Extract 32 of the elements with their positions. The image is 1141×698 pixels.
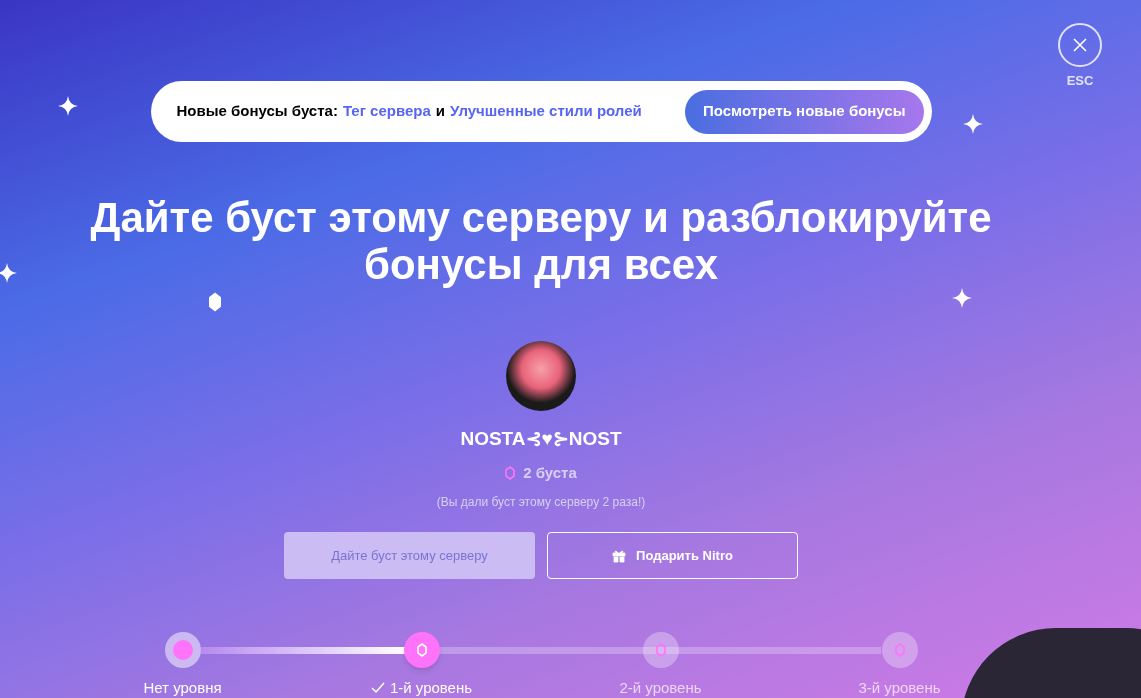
level-label: Нет уровня xyxy=(143,678,222,698)
level-node[interactable] xyxy=(881,632,918,668)
sparkle-icon xyxy=(58,96,78,116)
gem-icon xyxy=(894,643,905,657)
server-tag-link[interactable]: Тег сервера xyxy=(342,100,431,123)
boost-note: (Вы дали буст этому серверу 2 раза!) xyxy=(436,494,646,511)
esc-label: ESC xyxy=(1066,72,1094,90)
gem-icon xyxy=(416,643,427,657)
sparkle-icon xyxy=(0,263,17,283)
check-icon xyxy=(370,682,385,695)
diamond-icon xyxy=(209,292,221,312)
role-styles-link[interactable]: Улучшенные стили ролей xyxy=(450,100,642,123)
level-node[interactable] xyxy=(164,632,201,668)
gift-nitro-button[interactable]: Подарить Nitro xyxy=(547,532,798,579)
gem-icon xyxy=(505,465,516,480)
view-bonuses-button[interactable]: Посмотреть новые бонусы xyxy=(684,89,924,134)
level-label: 3-й уровень xyxy=(858,678,941,698)
sparkle-icon xyxy=(952,288,972,308)
banner-text: Новые бонусы буста: xyxy=(176,101,338,122)
level-label: 2-й уровень xyxy=(619,678,702,698)
gift-icon xyxy=(612,548,627,563)
page-heading: Дайте буст этому серверу и разблокируйте бонусы для всех xyxy=(89,194,993,288)
close-button[interactable] xyxy=(1058,23,1102,67)
banner-joiner: и xyxy=(435,101,445,122)
level-label: 1-й уровень xyxy=(389,678,473,698)
sparkle-icon xyxy=(963,114,983,134)
close-icon xyxy=(1073,38,1087,52)
level-node[interactable] xyxy=(403,632,440,668)
server-name: NOSTA⊰♥⊱NOST xyxy=(460,427,622,451)
level-node[interactable] xyxy=(642,632,679,668)
gem-icon xyxy=(655,643,666,657)
boost-count: 2 буста xyxy=(523,462,577,483)
